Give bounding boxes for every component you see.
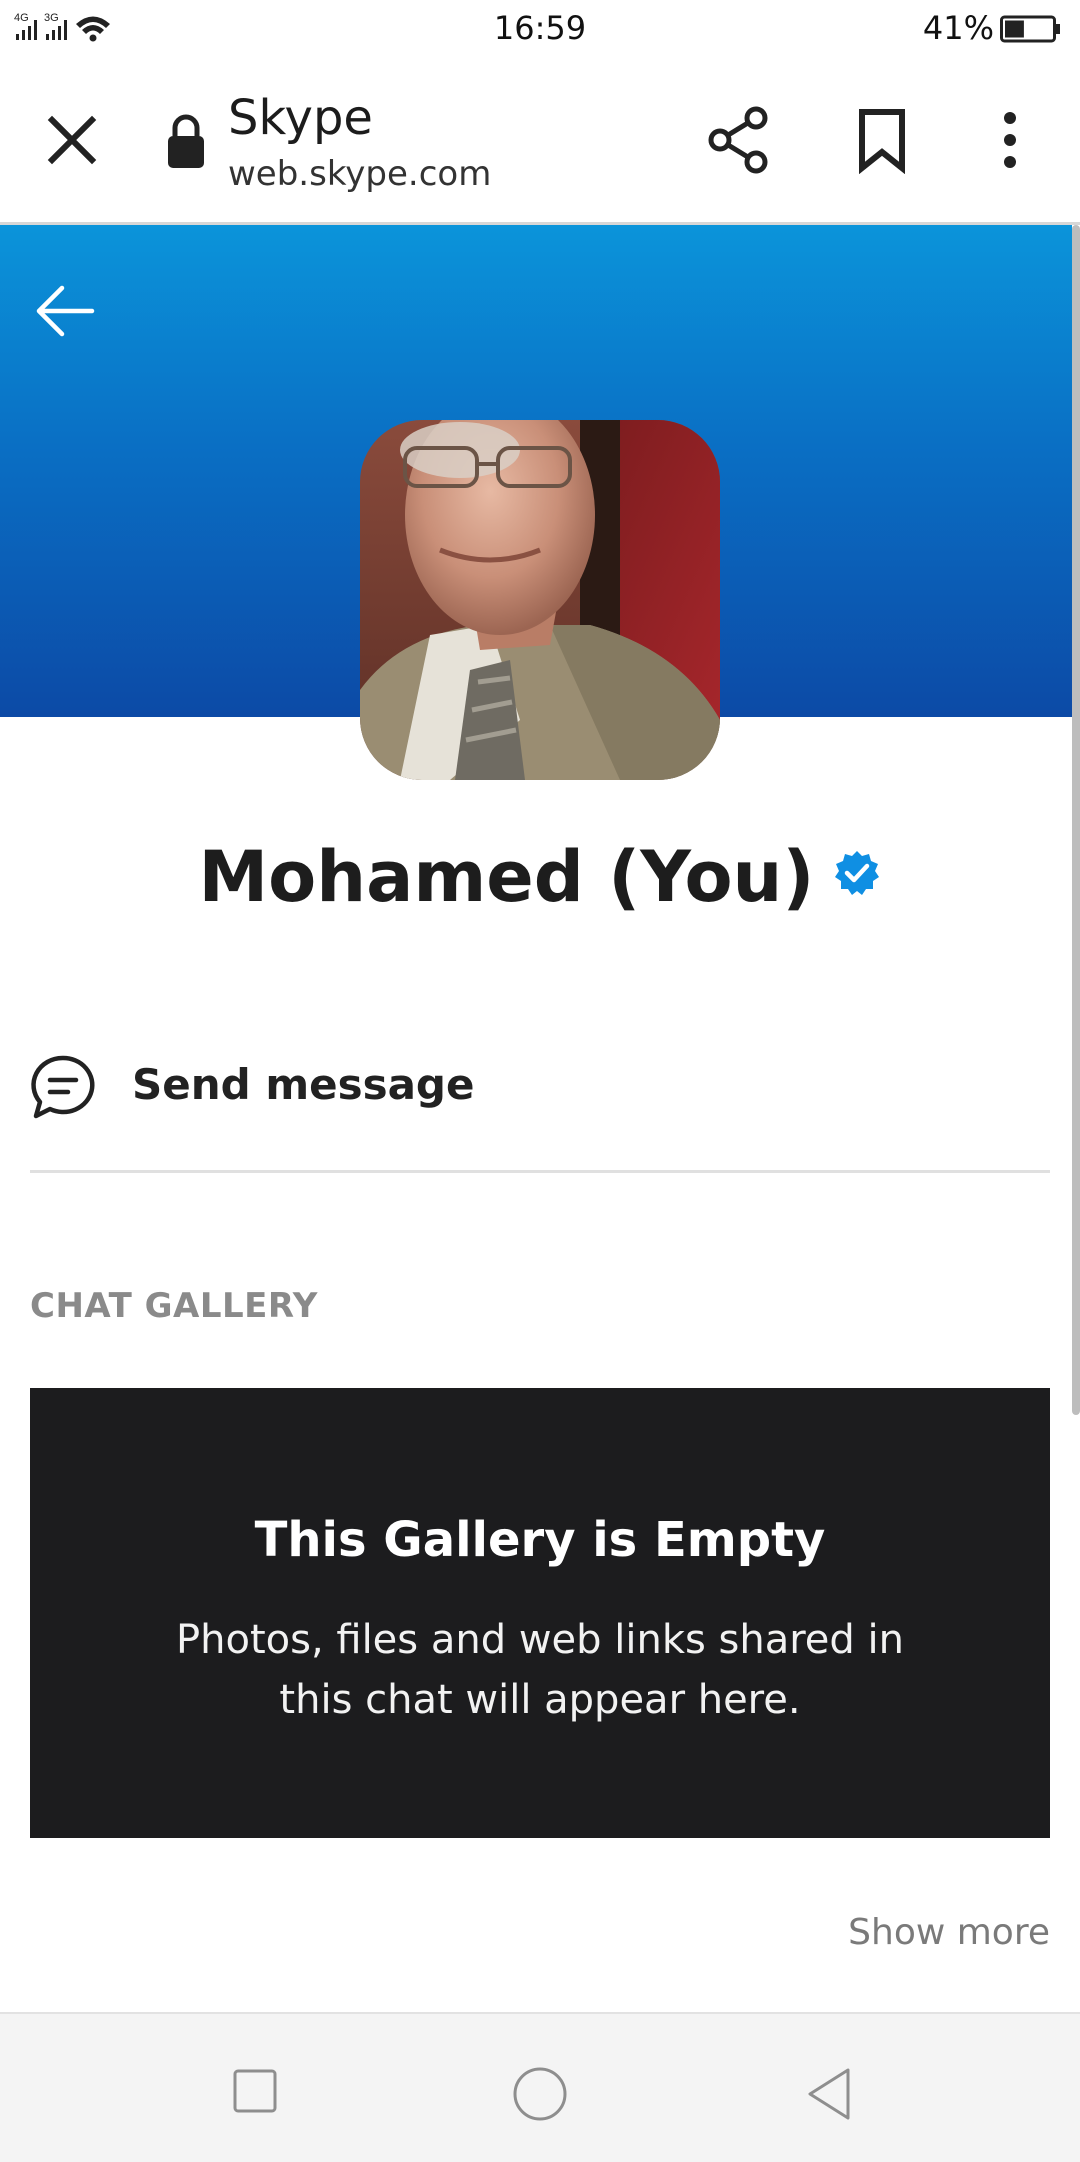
profile-name: Mohamed (You) <box>198 836 815 918</box>
scrollbar[interactable] <box>1072 225 1080 1415</box>
recents-square-icon[interactable] <box>232 2068 278 2114</box>
bookmark-icon[interactable] <box>856 106 908 174</box>
home-circle-icon[interactable] <box>512 2066 568 2122</box>
status-time: 16:59 <box>493 9 587 47</box>
lock-icon <box>168 114 204 168</box>
gallery-empty-title: This Gallery is Empty <box>254 1512 826 1568</box>
page-url[interactable]: web.skype.com <box>228 154 491 194</box>
chat-gallery-heading: CHAT GALLERY <box>30 1286 318 1326</box>
send-message-button[interactable]: Send message <box>30 1040 1050 1173</box>
battery-percent: 41% <box>922 9 994 47</box>
more-vert-icon[interactable] <box>990 106 1030 174</box>
chat-bubble-icon <box>31 1055 95 1119</box>
profile-name-row: Mohamed (You) <box>0 836 1080 918</box>
browser-toolbar: Skype web.skype.com <box>0 60 1080 225</box>
close-icon[interactable] <box>40 108 104 172</box>
battery-icon <box>1000 15 1060 43</box>
verified-badge-icon <box>835 851 880 895</box>
page-title: Skype <box>228 90 373 146</box>
send-message-label: Send message <box>132 1060 475 1109</box>
chat-gallery-empty-panel: This Gallery is Empty Photos, files and … <box>30 1388 1050 1838</box>
share-icon[interactable] <box>706 106 772 174</box>
status-bar: 4G 3G 16:59 41% <box>0 0 1080 60</box>
system-nav-bar <box>0 2012 1080 2162</box>
gallery-empty-description: Photos, files and web links shared in th… <box>176 1617 904 1723</box>
back-triangle-icon[interactable] <box>806 2066 852 2122</box>
show-more-link[interactable]: Show more <box>848 1912 1050 1953</box>
avatar[interactable] <box>360 420 720 780</box>
back-arrow-icon[interactable] <box>34 282 96 340</box>
avatar-photo <box>360 420 720 780</box>
